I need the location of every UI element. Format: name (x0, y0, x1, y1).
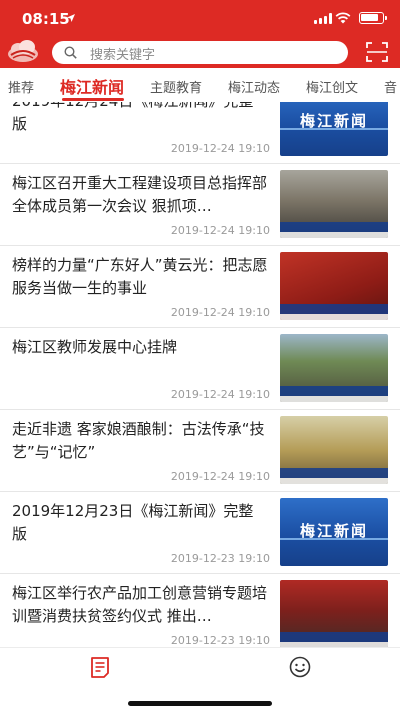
news-thumbnail: 梅江新闻 (280, 498, 388, 566)
tab-meijiang-news[interactable]: 梅江新闻 (60, 74, 124, 98)
news-thumbnail (280, 170, 388, 238)
list-item[interactable]: 2019年12月24日《梅江新闻》完整版 2019-12-24 19:10 梅江… (0, 102, 400, 164)
list-item[interactable]: 梅江区教师发展中心挂牌 2019-12-24 19:10 (0, 328, 400, 410)
news-date: 2019-12-23 19:10 (170, 552, 270, 565)
cellular-signal-icon (314, 13, 332, 24)
bottom-tab-bar (0, 647, 400, 711)
news-title: 梅江区举行农产品加工创意营销专题培训暨消费扶贫签约仪式 推出… (12, 584, 268, 625)
wifi-icon (335, 12, 351, 24)
search-icon (64, 46, 77, 59)
list-item[interactable]: 榜样的力量“广东好人”黄云光：把志愿服务当做一生的事业 2019-12-24 1… (0, 246, 400, 328)
tab-theme-education[interactable]: 主题教育 (150, 77, 202, 96)
list-item[interactable]: 2019年12月23日《梅江新闻》完整版 2019-12-23 19:10 梅江… (0, 492, 400, 574)
news-date: 2019-12-24 19:10 (170, 142, 270, 155)
smiley-icon[interactable] (289, 656, 311, 678)
news-date: 2019-12-24 19:10 (170, 470, 270, 483)
tab-audio[interactable]: 音 (384, 77, 397, 96)
list-item[interactable]: 梅江区召开重大工程建设项目总指挥部全体成员第一次会议 狠抓项… 2019-12-… (0, 164, 400, 246)
list-item[interactable]: 走近非遗 客家娘酒酿制：古法传承“技艺”与“记忆” 2019-12-24 19:… (0, 410, 400, 492)
news-thumbnail (280, 334, 388, 402)
home-indicator (128, 701, 272, 706)
news-title: 梅江区教师发展中心挂牌 (12, 338, 178, 356)
news-date: 2019-12-24 19:10 (170, 224, 270, 237)
search-bar[interactable]: 搜索关键字 (52, 41, 348, 64)
status-time: 08:15 (22, 10, 70, 28)
news-date: 2019-12-23 19:10 (170, 634, 270, 647)
tab-meijiang-civilization[interactable]: 梅江创文 (306, 77, 358, 96)
news-doc-icon[interactable] (89, 656, 111, 678)
status-bar: 08:15 (0, 0, 400, 36)
category-tabs: 推荐 梅江新闻 主题教育 梅江动态 梅江创文 音 (0, 68, 400, 102)
news-thumbnail (280, 252, 388, 320)
news-title: 梅江区召开重大工程建设项目总指挥部全体成员第一次会议 狠抓项… (12, 174, 268, 215)
news-thumbnail: 梅江新闻 (280, 102, 388, 156)
active-tab-indicator (62, 98, 124, 101)
news-date: 2019-12-24 19:10 (170, 388, 270, 401)
news-title: 走近非遗 客家娘酒酿制：古法传承“技艺”与“记忆” (12, 420, 265, 461)
news-date: 2019-12-24 19:10 (170, 306, 270, 319)
news-thumbnail (280, 416, 388, 484)
news-list: 2019年12月24日《梅江新闻》完整版 2019-12-24 19:10 梅江… (0, 102, 400, 647)
tab-recommend[interactable]: 推荐 (8, 77, 34, 96)
news-title: 2019年12月23日《梅江新闻》完整版 (12, 502, 254, 543)
list-item[interactable]: 梅江区举行农产品加工创意营销专题培训暨消费扶贫签约仪式 推出… 2019-12-… (0, 574, 400, 647)
news-title: 榜样的力量“广东好人”黄云光：把志愿服务当做一生的事业 (12, 256, 268, 297)
scan-icon[interactable] (366, 42, 388, 62)
app-header: 08:15 搜索关键字 (0, 0, 400, 68)
tab-meijiang-dynamics[interactable]: 梅江动态 (228, 77, 280, 96)
battery-icon (359, 12, 387, 24)
location-arrow-icon (67, 14, 75, 22)
search-placeholder: 搜索关键字 (90, 48, 156, 63)
news-title: 2019年12月24日《梅江新闻》完整版 (12, 102, 253, 133)
app-logo-cloud-icon[interactable] (6, 38, 40, 64)
news-thumbnail (280, 580, 388, 647)
